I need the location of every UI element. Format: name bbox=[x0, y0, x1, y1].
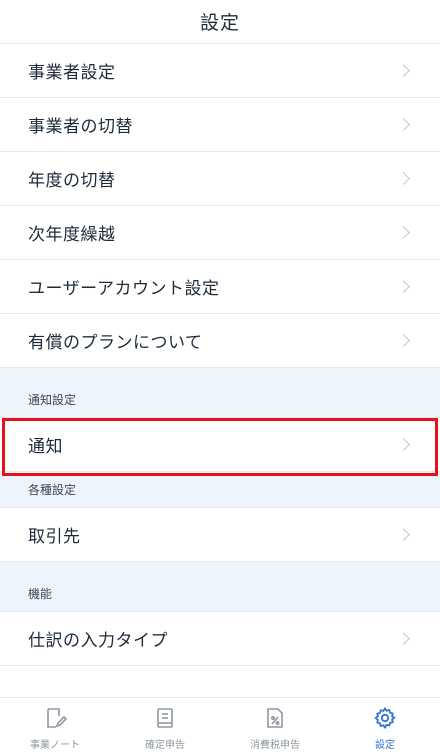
tab-label: 確定申告 bbox=[145, 740, 185, 751]
menu-item-switch-business[interactable]: 事業者の切替 bbox=[0, 98, 440, 152]
chevron-right-icon bbox=[397, 438, 410, 451]
chevron-right-icon bbox=[397, 226, 410, 239]
tab-settings[interactable]: 設定 bbox=[330, 698, 440, 755]
tab-bar: 事業ノート 確定申告 消費税申告 設定 bbox=[0, 697, 440, 755]
menu-item-label: 事業者の切替 bbox=[28, 117, 133, 137]
menu-item-label: 通知 bbox=[28, 437, 63, 457]
tab-label: 消費税申告 bbox=[250, 740, 300, 751]
percent-document-icon bbox=[267, 708, 283, 728]
gear-icon bbox=[374, 706, 396, 730]
chevron-right-icon bbox=[397, 64, 410, 77]
chevron-right-icon bbox=[397, 528, 410, 541]
menu-item-business-settings[interactable]: 事業者設定 bbox=[0, 44, 440, 98]
menu-item-switch-year[interactable]: 年度の切替 bbox=[0, 152, 440, 206]
menu-item-carry-forward[interactable]: 次年度繰越 bbox=[0, 206, 440, 260]
tab-label: 事業ノート bbox=[30, 740, 80, 751]
menu-item-clients[interactable]: 取引先 bbox=[0, 508, 440, 562]
menu-item-label: 次年度繰越 bbox=[28, 225, 116, 245]
section-header-various: 各種設定 bbox=[0, 472, 440, 508]
menu-item-label: ユーザーアカウント設定 bbox=[28, 279, 220, 299]
settings-list: 事業者設定 事業者の切替 年度の切替 次年度繰越 ユーザーアカウント設定 有償の… bbox=[0, 44, 440, 697]
chevron-right-icon bbox=[397, 280, 410, 293]
page-title: 設定 bbox=[199, 12, 240, 34]
menu-item-journal-input-type[interactable]: 仕訳の入力タイプ bbox=[0, 612, 440, 666]
section-header-features: 機能 bbox=[0, 562, 440, 612]
menu-item-label: 年度の切替 bbox=[28, 171, 116, 191]
nav-header: 設定 bbox=[0, 0, 440, 44]
menu-item-label: 仕訳の入力タイプ bbox=[28, 631, 168, 651]
tab-consumption-tax[interactable]: 消費税申告 bbox=[220, 698, 330, 755]
chevron-right-icon bbox=[397, 172, 410, 185]
chevron-right-icon bbox=[397, 118, 410, 131]
section-title: 機能 bbox=[28, 587, 53, 601]
menu-item-label: 事業者設定 bbox=[28, 63, 116, 83]
menu-item-paid-plan[interactable]: 有償のプランについて bbox=[0, 314, 440, 368]
tab-label: 設定 bbox=[375, 740, 395, 751]
menu-item-label: 取引先 bbox=[28, 527, 81, 547]
menu-item-user-account[interactable]: ユーザーアカウント設定 bbox=[0, 260, 440, 314]
note-edit-icon bbox=[47, 708, 67, 728]
highlight-wrapper: 通知 bbox=[0, 418, 440, 476]
tab-business-notebook[interactable]: 事業ノート bbox=[0, 698, 110, 755]
chevron-right-icon bbox=[397, 334, 410, 347]
menu-item-label: 有償のプランについて bbox=[28, 333, 203, 353]
menu-item-notification[interactable]: 通知 bbox=[0, 418, 440, 472]
chevron-right-icon bbox=[397, 632, 410, 645]
document-icon bbox=[157, 708, 173, 728]
section-title: 通知設定 bbox=[28, 393, 77, 407]
section-title: 各種設定 bbox=[28, 483, 77, 497]
section-header-notification: 通知設定 bbox=[0, 368, 440, 418]
tab-tax-return[interactable]: 確定申告 bbox=[110, 698, 220, 755]
